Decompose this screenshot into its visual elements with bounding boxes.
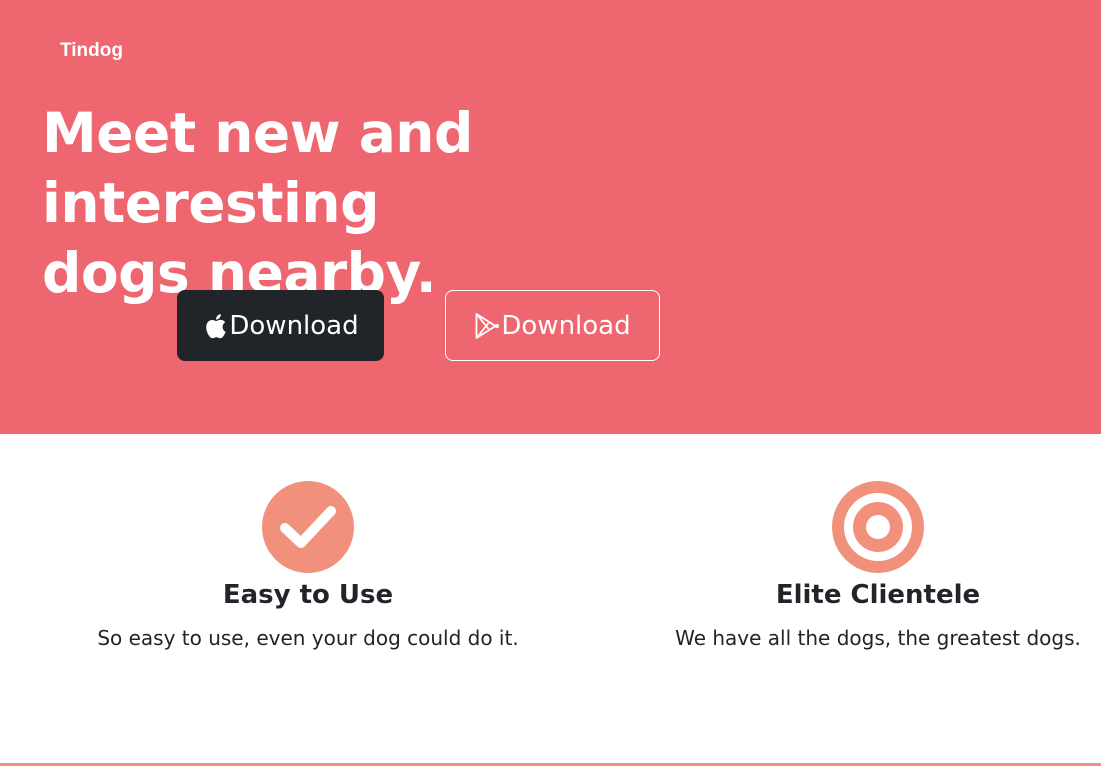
feature-easy-to-use: Easy to Use So easy to use, even your do… xyxy=(48,480,568,652)
feature-elite-clientele: Elite Clientele We have all the dogs, th… xyxy=(618,480,1101,652)
feature-description: So easy to use, even your dog could do i… xyxy=(97,626,519,650)
feature-description: We have all the dogs, the greatest dogs. xyxy=(675,626,1081,650)
app-store-download-label: Download xyxy=(229,310,359,341)
title-section: Tindog Meet new and interesting dogs nea… xyxy=(0,0,1101,434)
app-store-download-button[interactable]: Download xyxy=(177,290,384,361)
feature-title: Easy to Use xyxy=(222,580,394,610)
hero-headline: Meet new and interesting dogs nearby. xyxy=(42,98,802,308)
navbar-brand[interactable]: Tindog xyxy=(60,40,123,62)
google-play-download-button[interactable]: Download xyxy=(445,290,660,361)
apple-icon xyxy=(202,312,228,340)
hero-headline-line-1: Meet new and interesting xyxy=(42,101,473,235)
google-play-icon xyxy=(474,312,500,340)
feature-title: Elite Clientele xyxy=(775,580,981,610)
check-circle-icon xyxy=(262,481,354,573)
google-play-download-label: Download xyxy=(501,310,631,341)
bullseye-icon xyxy=(832,481,924,573)
